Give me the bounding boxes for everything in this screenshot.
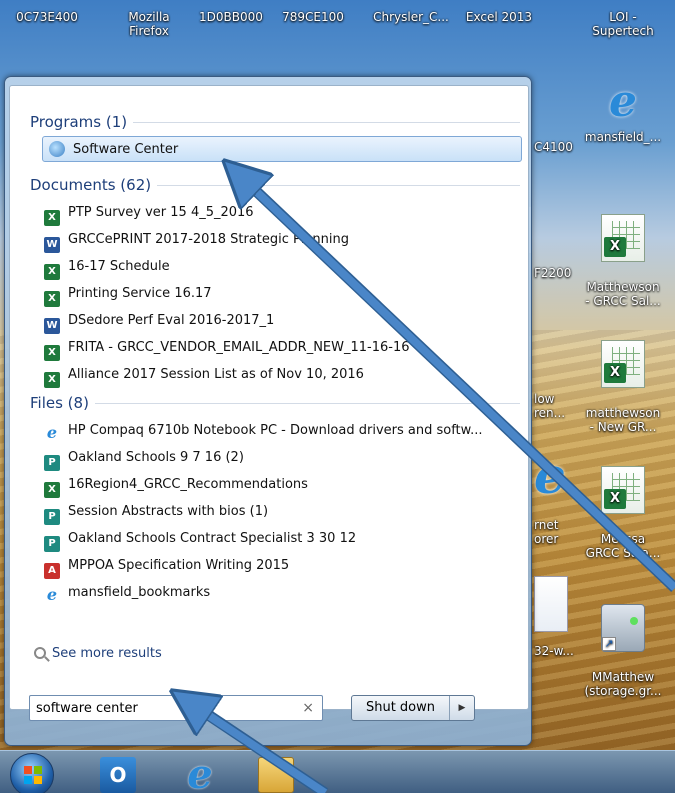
excel-icon: X [44,344,60,361]
excel-icon: X [44,263,60,280]
desktop-icon-label: matthewson - New GR... [585,406,661,434]
desktop-icon-chrysler[interactable]: Chrysler_C... [368,10,454,24]
group-header-documents[interactable]: Documents (62) [30,173,520,197]
shortcut-arrow-icon: ↗ [602,637,616,651]
java-icon [534,576,568,632]
desktop-icon-label: Chrysler_C... [373,10,449,24]
result-file[interactable]: X 16Region4_GRCC_Recommendations [38,472,522,498]
desktop-icon-matthewson-grcc[interactable]: X Matthewson - GRCC Sal... [580,200,666,308]
clear-search-icon[interactable]: × [302,699,314,717]
word-icon: W [44,317,60,334]
desktop-icon-melissa[interactable]: X Melissa GRCC Sala... [580,452,666,560]
ie-icon: e [46,422,58,442]
taskbar-internet-explorer[interactable]: e [182,755,218,793]
desktop-icon-excel[interactable]: Excel 2013 [456,10,542,24]
excel-file-icon: X [601,214,645,262]
desktop-icon-top-1[interactable]: 0C73E400 [4,10,90,24]
result-document[interactable]: X FRITA - GRCC_VENDOR_EMAIL_ADDR_NEW_11-1… [38,335,522,361]
result-file[interactable]: P Oakland Schools Contract Specialist 3 3… [38,526,522,552]
publisher-icon: P [44,454,60,471]
excel-file-icon: X [601,340,645,388]
desktop-icon-label: MMatthew (storage.gr... [584,670,662,698]
desktop-icon-top-3[interactable]: 1D0BB000 [188,10,274,24]
software-center-icon [49,140,65,157]
partial-label-internet-explorer: rnet orer [534,518,559,546]
ie-icon: e [46,584,58,604]
see-more-results-link[interactable]: See more results [34,642,162,666]
network-drive-icon: ↗ [601,604,645,652]
excel-icon: X [44,371,60,388]
desktop-icon-label: Matthewson - GRCC Sal... [585,280,661,308]
desktop-icon-loi[interactable]: LOI - Supertech [580,10,666,38]
excel-icon: X [44,481,60,498]
result-document[interactable]: W GRCCePRINT 2017-2018 Strategic Planning [38,227,522,253]
windows-logo-icon [24,766,42,784]
desktop-icon-label: Excel 2013 [465,10,533,24]
shutdown-button[interactable]: Shut down [352,696,450,720]
pdf-icon: A [44,562,60,579]
start-menu: Programs (1) Software Center Documents (… [4,76,532,746]
result-document[interactable]: X 16-17 Schedule [38,254,522,280]
result-software-center[interactable]: Software Center [42,136,522,162]
desktop-icon-network-drive[interactable]: ↗ MMatthew (storage.gr... [580,590,666,698]
ie-icon: e [534,446,566,505]
group-header-programs[interactable]: Programs (1) [30,110,520,134]
excel-file-icon: X [601,466,645,514]
shutdown-control: Shut down ▶ [351,695,475,721]
partial-label-f2200: F2200 [534,266,572,280]
result-document[interactable]: X PTP Survey ver 15 4_5_2016 [38,200,522,226]
result-document[interactable]: X Printing Service 16.17 [38,281,522,307]
result-file[interactable]: A MPPOA Specification Writing 2015 [38,553,522,579]
word-icon: W [44,236,60,253]
search-input[interactable] [36,699,294,717]
desktop-icon-label: 1D0BB000 [199,10,263,24]
result-document[interactable]: X Alliance 2017 Session List as of Nov 10… [38,362,522,388]
desktop-icon-label: 789CE100 [282,10,344,24]
search-icon [34,647,46,659]
shutdown-options-arrow-icon[interactable]: ▶ [450,696,474,720]
desktop-icon-mansfield[interactable]: e mansfield_... [580,76,666,145]
desktop-icon-firefox[interactable]: Mozilla Firefox [106,10,192,38]
outlook-icon: O [109,763,127,787]
desktop-icon-label: Mozilla Firefox [128,10,170,38]
result-file[interactable]: P Oakland Schools 9 7 16 (2) [38,445,522,471]
desktop-icon-matthewson-new[interactable]: X matthewson - New GR... [580,326,666,434]
taskbar: O e [0,750,675,793]
result-file[interactable]: P Session Abstracts with bios (1) [38,499,522,525]
taskbar-windows-explorer[interactable] [258,757,294,793]
start-search-box[interactable]: × [29,695,323,721]
partial-label-c4100: C4100 [534,140,573,154]
desktop-icon-label: mansfield_... [584,130,662,144]
group-header-files[interactable]: Files (8) [30,391,520,415]
desktop-icon-label: Melissa GRCC Sala... [585,532,661,560]
desktop-icon-top-4[interactable]: 789CE100 [270,10,356,24]
search-results-pane: Programs (1) Software Center Documents (… [9,85,529,710]
desktop-icon-label: LOI - Supertech [592,10,654,38]
excel-icon: X [44,209,60,226]
excel-icon: X [44,290,60,307]
result-file[interactable]: e mansfield_bookmarks [38,580,522,606]
publisher-icon: P [44,508,60,525]
taskbar-outlook[interactable]: O [100,757,136,793]
result-file[interactable]: e HP Compaq 6710b Notebook PC - Download … [38,418,522,444]
publisher-icon: P [44,535,60,552]
ie-icon: e [187,751,213,793]
partial-label-low: low ren... [534,392,566,420]
partial-label-32w: 32-w... [534,644,574,658]
start-button[interactable] [10,753,54,793]
ie-icon: e [609,76,637,127]
result-document[interactable]: W DSedore Perf Eval 2016-2017_1 [38,308,522,334]
desktop-icon-label: 0C73E400 [16,10,78,24]
